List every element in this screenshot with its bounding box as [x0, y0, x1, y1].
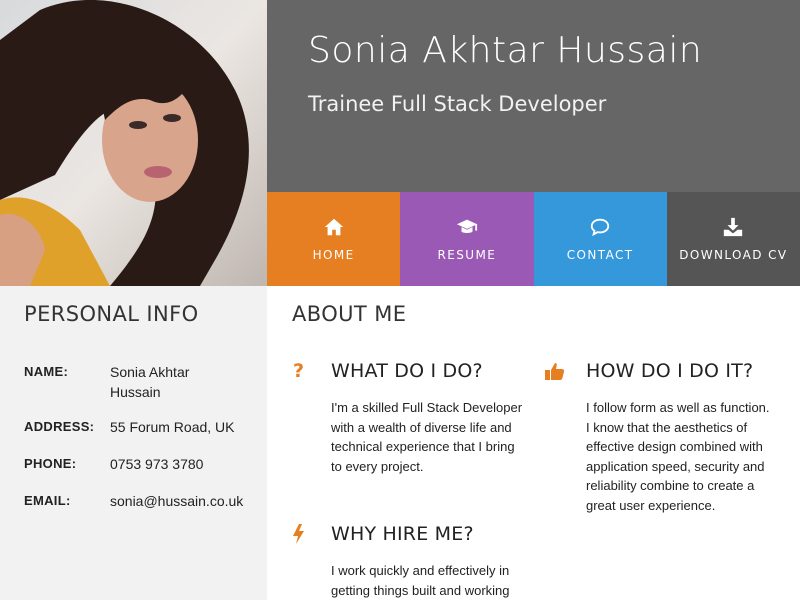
- speech-bubble-icon: [590, 218, 610, 237]
- nav-download-cv-label: DOWNLOAD CV: [679, 248, 788, 262]
- feature-title: WHY HIRE ME?: [331, 523, 474, 545]
- home-icon: [324, 218, 343, 236]
- nav-contact-label: CONTACT: [566, 248, 634, 262]
- nav-home-label: HOME: [312, 248, 355, 262]
- graduation-cap-icon: [456, 219, 477, 233]
- about-heading: ABOUT ME: [292, 302, 407, 326]
- nav-download-cv-button[interactable]: DOWNLOAD CV: [666, 192, 800, 286]
- nav-resume-label: RESUME: [437, 248, 497, 262]
- feature-what-do-i-do: ? WHAT DO I DO? I'm a skilled Full Stack…: [289, 360, 539, 500]
- info-key: PHONE:: [24, 456, 77, 471]
- feature-text: I follow form as well as function. I kno…: [586, 400, 770, 513]
- info-key: ADDRESS:: [24, 419, 95, 434]
- personal-info-heading: PERSONAL INFO: [24, 302, 199, 326]
- about-section: ABOUT ME ? WHAT DO I DO? I'm a skilled F…: [267, 286, 800, 600]
- profile-photo: [0, 0, 267, 286]
- download-icon: [724, 217, 743, 237]
- question-icon: ?: [293, 360, 304, 382]
- page-title: Sonia Akhtar Hussain: [308, 30, 703, 71]
- svg-text:?: ?: [293, 360, 304, 382]
- feature-text: I work quickly and effectively in gettin…: [331, 563, 510, 598]
- main-nav: HOME RESUME CONTACT DOWNLOAD CV: [267, 192, 800, 286]
- nav-resume-button[interactable]: RESUME: [400, 192, 534, 286]
- header: Sonia Akhtar Hussain Trainee Full Stack …: [267, 0, 800, 192]
- info-key: EMAIL:: [24, 493, 71, 508]
- job-title: Trainee Full Stack Developer: [308, 92, 607, 116]
- nav-contact-button[interactable]: CONTACT: [533, 192, 667, 286]
- feature-text: I'm a skilled Full Stack Developer with …: [331, 400, 523, 474]
- thumbs-up-icon: [545, 363, 565, 380]
- info-value: Sonia Akhtar Hussain: [110, 364, 190, 400]
- bolt-icon: [293, 524, 304, 544]
- feature-title: WHAT DO I DO?: [331, 360, 483, 382]
- info-value: 55 Forum Road, UK: [110, 419, 235, 435]
- nav-home-button[interactable]: HOME: [267, 192, 401, 286]
- feature-how-do-i-do-it: HOW DO I DO IT? I follow form as well as…: [544, 360, 794, 520]
- feature-title: HOW DO I DO IT?: [586, 360, 754, 382]
- feature-why-hire-me: WHY HIRE ME? I work quickly and effectiv…: [289, 523, 539, 603]
- info-value: 0753 973 3780: [110, 456, 204, 472]
- email-link[interactable]: sonia@hussain.co.uk: [110, 491, 270, 511]
- info-key: NAME:: [24, 364, 69, 379]
- personal-info-panel: PERSONAL INFO NAME: Sonia Akhtar Hussain…: [0, 286, 267, 600]
